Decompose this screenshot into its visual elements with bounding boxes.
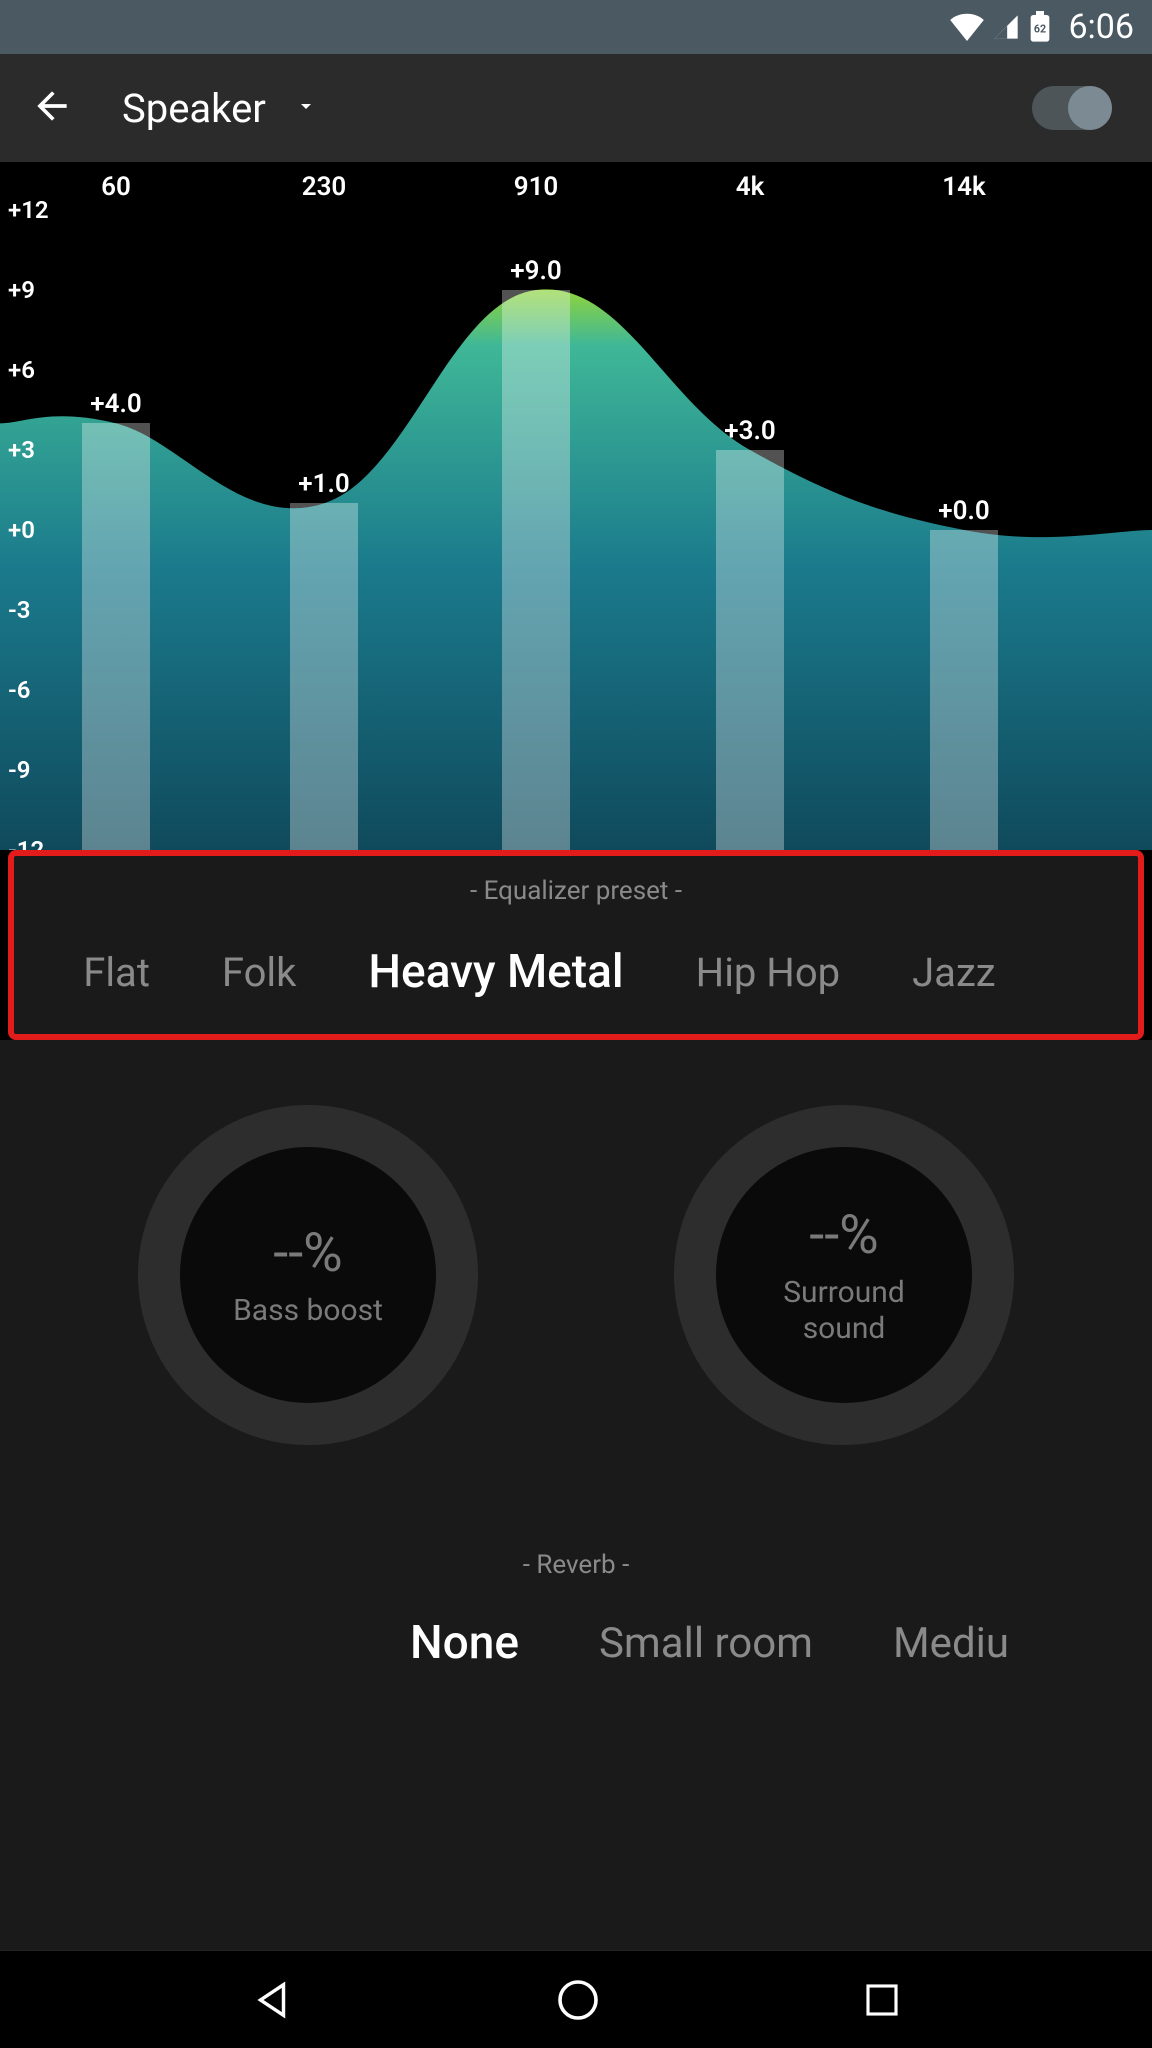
- eq-chart[interactable]: 60 230 910 4k 14k +12 +9 +6 +3 +0 -3 -6 -9 -12 +4.0 +…: [0, 162, 1152, 850]
- toggle-knob: [1068, 86, 1112, 130]
- preset-scroller[interactable]: eFlatFolkHeavy MetalHip HopJazz: [14, 942, 1138, 1002]
- eq-gain-label: -9: [8, 756, 31, 784]
- eq-freq-label: 60: [101, 172, 131, 202]
- eq-freq-label: 4k: [736, 172, 765, 202]
- eq-enable-toggle[interactable]: [1032, 86, 1112, 130]
- reverb-section-label: - Reverb -: [0, 1550, 1152, 1580]
- status-bar: 62 6:06: [0, 0, 1152, 54]
- equalizer-preset-section: - Equalizer preset - eFlatFolkHeavy Meta…: [8, 850, 1144, 1040]
- surround-sound-knob[interactable]: --% Surroundsound: [674, 1105, 1014, 1445]
- reverb-option[interactable]: Mediu: [853, 1619, 1049, 1668]
- eq-band-slider[interactable]: [930, 530, 998, 850]
- preset-option[interactable]: Heavy Metal: [332, 945, 659, 999]
- nav-home-icon[interactable]: [554, 1976, 602, 2024]
- eq-band-slider[interactable]: [290, 503, 358, 850]
- eq-gain-label: +6: [8, 356, 35, 384]
- bass-boost-knob[interactable]: --% Bass boost: [138, 1105, 478, 1445]
- back-arrow-icon[interactable]: [30, 84, 74, 132]
- preset-option[interactable]: Folk: [186, 949, 333, 996]
- eq-band-value: +0.0: [938, 496, 989, 526]
- bass-boost-label: Bass boost: [233, 1293, 383, 1329]
- reverb-option[interactable]: Small room: [559, 1619, 853, 1668]
- eq-gain-label: +0: [8, 516, 35, 544]
- nav-recents-icon[interactable]: [861, 1979, 903, 2021]
- nav-back-icon[interactable]: [249, 1977, 295, 2023]
- eq-band-slider[interactable]: [502, 290, 570, 850]
- reverb-section: - Reverb - NoneSmall roomMediu: [0, 1530, 1152, 1730]
- dropdown-caret-icon[interactable]: [294, 94, 318, 122]
- bass-boost-value: --%: [273, 1222, 342, 1285]
- eq-band-value: +9.0: [510, 256, 561, 286]
- background-filler: [0, 1730, 1152, 1950]
- eq-freq-label: 910: [514, 172, 559, 202]
- status-icons: 62 6:06: [950, 7, 1134, 47]
- preset-section-label: - Equalizer preset -: [14, 876, 1138, 906]
- signal-icon: [992, 13, 1020, 41]
- eq-band-slider[interactable]: [82, 423, 150, 850]
- eq-band-value: +3.0: [724, 416, 775, 446]
- eq-gain-label: +12: [8, 196, 49, 224]
- preset-option[interactable]: Flat: [47, 949, 186, 996]
- preset-option[interactable]: Jazz: [876, 949, 1032, 996]
- eq-gain-label: -6: [8, 676, 31, 704]
- wifi-icon: [950, 13, 984, 41]
- eq-gain-labels: +12 +9 +6 +3 +0 -3 -6 -9 -12: [0, 162, 60, 850]
- surround-sound-value: --%: [809, 1204, 878, 1267]
- reverb-option[interactable]: None: [370, 1616, 559, 1670]
- surround-sound-label: Surroundsound: [783, 1275, 905, 1347]
- app-bar: Speaker: [0, 54, 1152, 162]
- status-time: 6:06: [1068, 7, 1134, 47]
- eq-band-value: +4.0: [90, 389, 141, 419]
- reverb-scroller[interactable]: NoneSmall roomMediu: [0, 1616, 1152, 1670]
- eq-gain-label: +3: [8, 436, 35, 464]
- eq-band-slider[interactable]: [716, 450, 784, 850]
- knobs-section: --% Bass boost --% Surroundsound: [0, 1040, 1152, 1530]
- eq-band-value: +1.0: [298, 469, 349, 499]
- eq-gain-label: -3: [8, 596, 31, 624]
- eq-freq-labels: 60 230 910 4k 14k: [0, 172, 1152, 202]
- eq-freq-label: 14k: [942, 172, 985, 202]
- svg-text:62: 62: [1034, 22, 1046, 35]
- preset-option[interactable]: Hip Hop: [660, 949, 876, 996]
- eq-freq-label: 230: [302, 172, 347, 202]
- eq-gain-label: +9: [8, 276, 35, 304]
- android-nav-bar: [0, 1950, 1152, 2048]
- eq-gain-label: -12: [8, 836, 44, 850]
- preset-option[interactable]: e: [14, 949, 47, 996]
- battery-icon: 62: [1028, 11, 1052, 43]
- output-selector-label[interactable]: Speaker: [122, 85, 266, 132]
